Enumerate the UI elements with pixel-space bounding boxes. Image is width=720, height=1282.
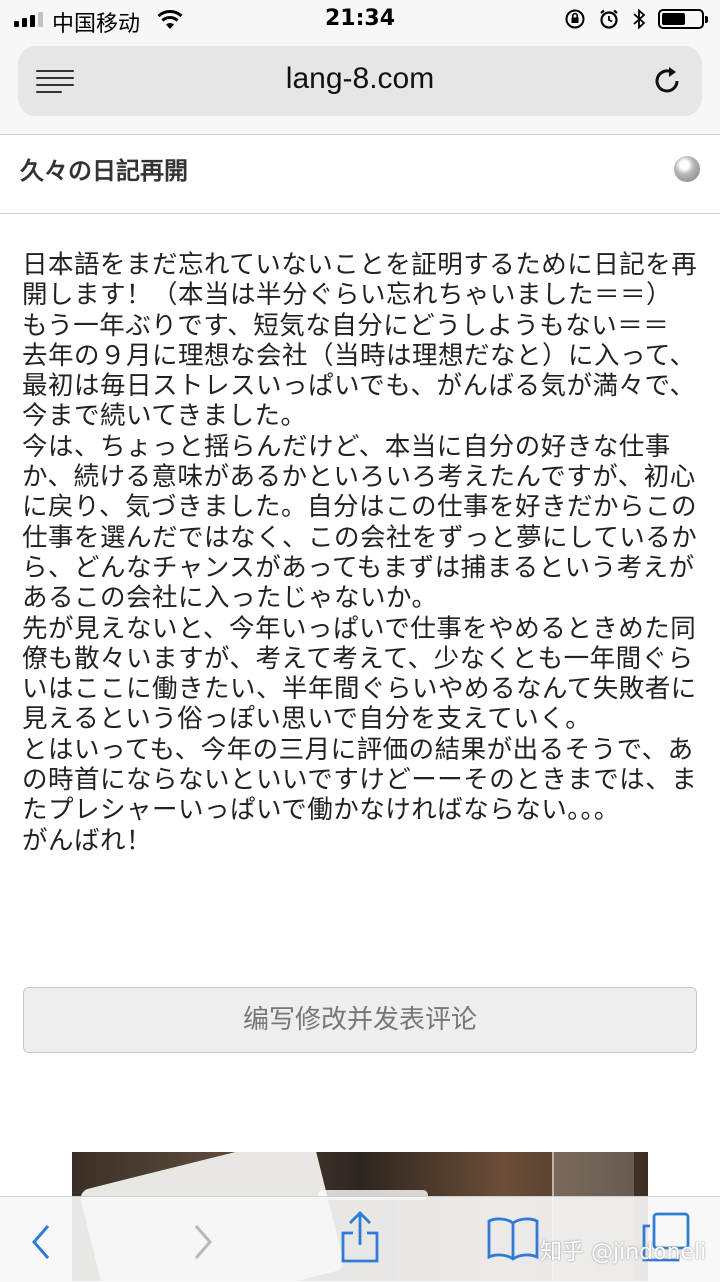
battery-level: [662, 13, 685, 25]
reload-icon[interactable]: [648, 62, 686, 100]
post-body: 日本語をまだ忘れていないことを証明するために日記を再開します！（本当は半分ぐらい…: [22, 250, 698, 856]
watermark: 知乎 @jindoneli: [540, 1240, 707, 1265]
bookmarks-icon[interactable]: [486, 1215, 540, 1261]
edit-and-comment-button[interactable]: 编写修改并发表评论: [23, 987, 697, 1053]
alarm-icon: [600, 9, 618, 29]
status-bar: 中国移动 21:34: [0, 0, 720, 40]
url-text[interactable]: lang-8.com: [18, 62, 702, 96]
battery-icon: [658, 9, 708, 29]
globe-icon[interactable]: [674, 156, 700, 182]
page-title: 久々の日記再開: [20, 157, 188, 185]
back-icon[interactable]: [28, 1223, 54, 1261]
forward-icon[interactable]: [190, 1223, 216, 1261]
bluetooth-icon: [633, 8, 646, 30]
share-icon[interactable]: [338, 1209, 382, 1265]
browser-chrome: lang-8.com: [0, 40, 720, 135]
orientation-lock-icon: [565, 9, 585, 29]
address-bar[interactable]: lang-8.com: [18, 46, 702, 116]
post-header: 久々の日記再開: [0, 135, 720, 214]
